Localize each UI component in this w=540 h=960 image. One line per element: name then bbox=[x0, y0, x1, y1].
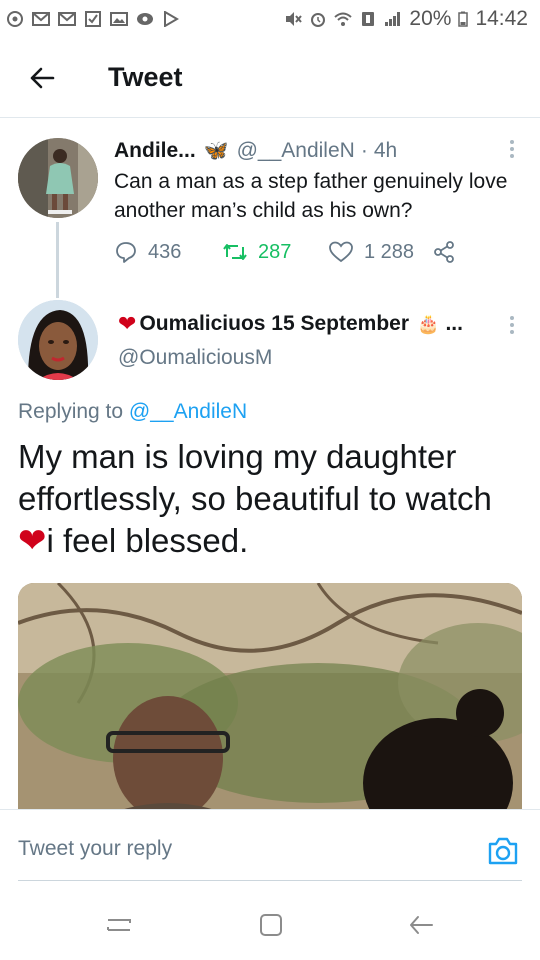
battery-icon bbox=[458, 11, 469, 27]
reply-input[interactable]: Tweet your reply bbox=[18, 837, 172, 861]
share-button[interactable] bbox=[432, 240, 456, 264]
back-button[interactable] bbox=[12, 48, 72, 108]
wifi-icon bbox=[334, 11, 353, 27]
reply-text: My man is loving my daughter effortlessl… bbox=[18, 436, 528, 562]
tweet-actions: 436 287 1 288 bbox=[114, 238, 464, 266]
heart-icon bbox=[329, 241, 353, 263]
replying-to: Replying to @__AndileN bbox=[18, 400, 247, 424]
gmail-icon bbox=[32, 11, 50, 27]
status-bar: 20% 14:42 bbox=[0, 0, 540, 38]
notification-dot-icon bbox=[6, 11, 24, 27]
tweet-time: 4h bbox=[373, 138, 398, 162]
home-icon bbox=[260, 914, 282, 936]
reply-author-handle[interactable]: @OumaliciousM bbox=[118, 346, 272, 370]
nav-back-icon bbox=[410, 916, 433, 934]
camera-button[interactable] bbox=[486, 834, 520, 868]
like-count: 1 288 bbox=[364, 240, 415, 263]
mention-link[interactable]: @__AndileN bbox=[129, 400, 247, 423]
reply-author-line: ❤ Oumaliciuos 15 September 🎂 ... bbox=[118, 311, 463, 337]
notification-icons bbox=[6, 11, 180, 27]
cake-emoji: 🎂 bbox=[417, 313, 440, 334]
retweet-count: 287 bbox=[258, 240, 292, 263]
back-arrow-icon bbox=[30, 67, 55, 88]
reply-author-name[interactable]: Oumaliciuos 15 September bbox=[139, 312, 409, 336]
avatar-photo bbox=[18, 138, 98, 218]
system-navigation-bar bbox=[0, 882, 540, 960]
location-icon bbox=[136, 11, 154, 27]
page-title: Tweet bbox=[108, 62, 183, 92]
alarm-icon bbox=[309, 11, 327, 27]
mute-icon bbox=[284, 11, 303, 27]
reply-icon bbox=[116, 242, 136, 263]
gmail-icon bbox=[58, 11, 76, 27]
reply-composer: Tweet your reply bbox=[0, 809, 540, 881]
heart-emoji: ❤ bbox=[118, 311, 137, 336]
checkbox-icon bbox=[84, 11, 102, 27]
reply-count: 436 bbox=[148, 240, 182, 263]
more-options-icon[interactable] bbox=[510, 140, 516, 158]
photo-content bbox=[18, 583, 522, 823]
like-button[interactable]: 1 288 bbox=[328, 240, 432, 264]
recent-apps-icon bbox=[107, 919, 131, 931]
recent-apps-button[interactable] bbox=[104, 910, 134, 940]
replying-label: Replying to bbox=[18, 400, 124, 423]
battery-percent: 20% bbox=[409, 7, 452, 30]
retweet-icon bbox=[223, 244, 247, 260]
camera-icon bbox=[488, 837, 518, 865]
reply-text-main: My man is loving my daughter effortlessl… bbox=[18, 438, 492, 517]
clock: 14:42 bbox=[475, 7, 528, 30]
author-line: Andile... 🦋 @__AndileN · 4h bbox=[114, 138, 397, 163]
gallery-icon bbox=[110, 11, 128, 27]
tweet-photo[interactable] bbox=[18, 583, 522, 823]
more-options-icon[interactable] bbox=[510, 316, 516, 334]
signal-icon bbox=[384, 11, 402, 27]
separator: · bbox=[360, 138, 368, 162]
thread-connector bbox=[56, 222, 59, 298]
reply-avatar[interactable] bbox=[18, 300, 98, 380]
play-store-icon bbox=[162, 11, 180, 27]
system-status: 20% 14:42 bbox=[284, 7, 528, 31]
tweet-text: Can a man as a step father genuinely lov… bbox=[114, 170, 508, 222]
author-handle[interactable]: @__AndileN bbox=[237, 139, 355, 163]
input-underline bbox=[18, 880, 522, 881]
avatar[interactable] bbox=[18, 138, 98, 218]
nav-back-button[interactable] bbox=[406, 910, 436, 940]
sim-icon bbox=[359, 11, 377, 27]
share-icon bbox=[434, 241, 454, 263]
reply-button[interactable]: 436 bbox=[114, 240, 222, 264]
avatar-photo bbox=[18, 300, 98, 380]
name-ellipsis: ... bbox=[445, 312, 463, 335]
top-app-bar: Tweet bbox=[0, 38, 540, 118]
heart-emoji: ❤ bbox=[18, 522, 47, 560]
retweet-button[interactable]: 287 bbox=[222, 241, 328, 264]
butterfly-emoji: 🦋 bbox=[203, 140, 229, 162]
home-button[interactable] bbox=[256, 910, 286, 940]
reply-text-end: i feel blessed. bbox=[46, 522, 249, 559]
author-name[interactable]: Andile... bbox=[114, 139, 196, 163]
